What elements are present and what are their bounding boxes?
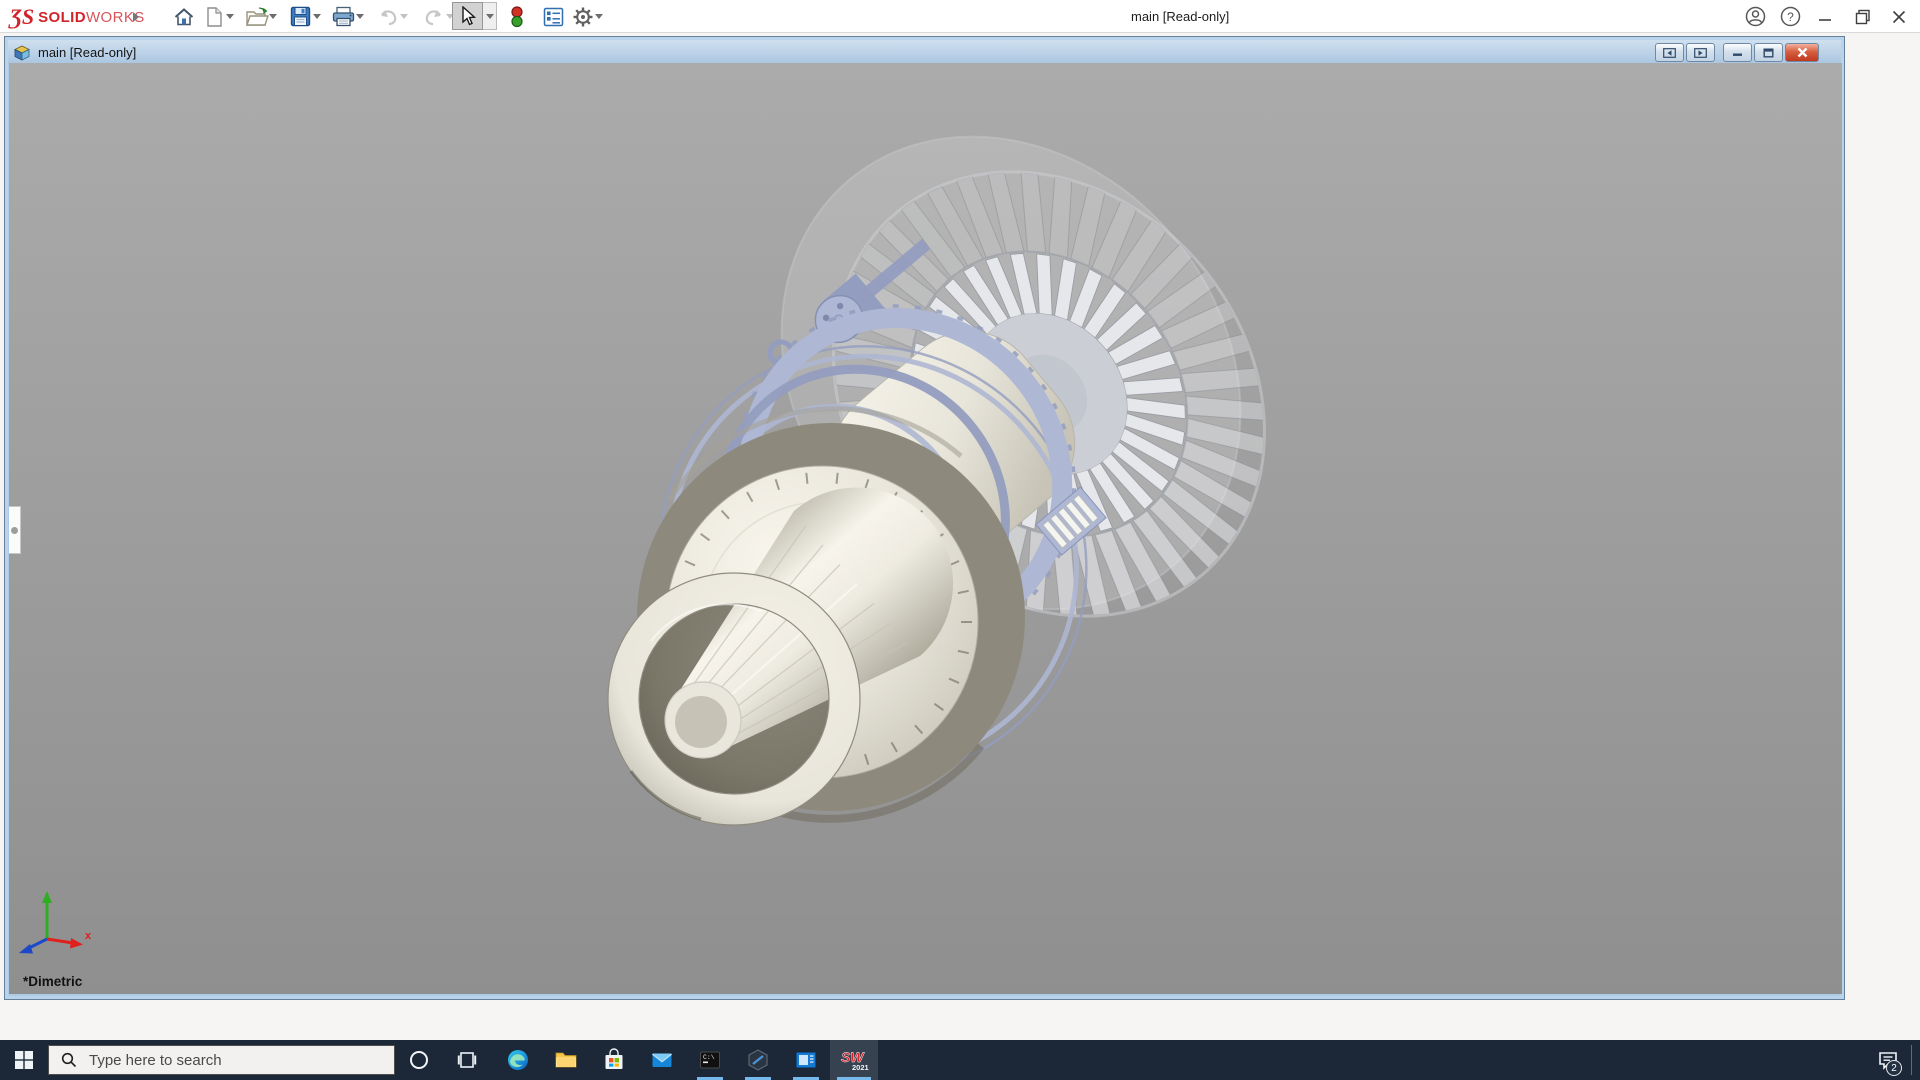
triad-x-label: x xyxy=(85,930,92,942)
pane-left-icon xyxy=(1663,47,1676,58)
solidworks-logo: ƷS SOLID WORKS xyxy=(10,4,145,30)
dropdown-caret-icon xyxy=(268,14,277,19)
taskbar-search-input[interactable]: Type here to search xyxy=(48,1045,395,1075)
taskbar-app-command-prompt[interactable]: C:\ xyxy=(686,1040,734,1080)
dropdown-caret-icon xyxy=(355,14,364,19)
graphics-viewport[interactable]: x *Dimetric xyxy=(9,63,1842,994)
open-dropdown[interactable] xyxy=(266,3,279,30)
document-title: main [Read-only] xyxy=(38,45,137,60)
dropdown-caret-icon xyxy=(399,14,408,19)
account-icon xyxy=(1745,6,1765,27)
windows-taskbar: Type here to search C:\SW2021 SW xyxy=(0,1040,1920,1080)
taskbar-app-file-explorer[interactable] xyxy=(542,1040,590,1080)
search-placeholder: Type here to search xyxy=(89,1051,222,1069)
doc-restore-button[interactable] xyxy=(1754,43,1783,62)
app-title: main [Read-only] xyxy=(1131,9,1230,24)
document-window-controls xyxy=(1653,43,1819,62)
taskbar-app-remote-window[interactable] xyxy=(782,1040,830,1080)
restore-button[interactable] xyxy=(1848,2,1878,31)
view-orientation-label: *Dimetric xyxy=(23,974,83,989)
orientation-triad: x xyxy=(19,891,92,954)
document-titlebar[interactable]: main [Read-only] xyxy=(8,40,1841,65)
flyout-arrow-icon xyxy=(133,11,139,22)
select-tool-button[interactable] xyxy=(452,2,483,30)
restore-icon xyxy=(1855,9,1870,24)
svg-text:C:\: C:\ xyxy=(703,1054,715,1061)
svg-text:2021: 2021 xyxy=(852,1063,869,1072)
doc-pane-left-button[interactable] xyxy=(1655,43,1684,62)
save-icon xyxy=(290,6,311,27)
taskbar-app-mail[interactable] xyxy=(638,1040,686,1080)
taskbar-app-solidworks-2021[interactable]: SW 2021 xyxy=(830,1040,878,1080)
account-button[interactable] xyxy=(1740,2,1770,31)
open-icon xyxy=(245,7,269,26)
help-icon: ? xyxy=(1780,6,1800,27)
tab-grip-dot xyxy=(11,526,18,534)
doc-close-icon xyxy=(1797,47,1807,58)
close-button[interactable] xyxy=(1884,2,1914,31)
doc-close-button[interactable] xyxy=(1785,43,1819,62)
dropdown-caret-icon xyxy=(594,14,603,19)
cortana-button[interactable] xyxy=(395,1040,443,1080)
print-icon xyxy=(332,6,355,27)
options-dropdown[interactable] xyxy=(592,3,605,30)
windows-logo-icon xyxy=(15,1051,33,1069)
app-titlebar: ƷS SOLID WORKS main [Read-only] ? xyxy=(0,0,1920,33)
cortana-icon xyxy=(410,1051,428,1069)
undo-icon xyxy=(380,9,396,25)
minimize-icon xyxy=(1819,18,1831,21)
doc-restore-icon xyxy=(1763,48,1774,57)
new-document-dropdown[interactable] xyxy=(223,3,236,30)
dropdown-caret-icon xyxy=(312,14,321,19)
doc-minimize-icon xyxy=(1733,53,1742,56)
selection-filter-icon xyxy=(510,5,523,27)
doc-pane-right-button[interactable] xyxy=(1686,43,1715,62)
minimize-button[interactable] xyxy=(1810,2,1840,31)
selection-filter-button[interactable] xyxy=(503,3,530,30)
select-cursor-icon xyxy=(461,6,476,26)
doc-minimize-button[interactable] xyxy=(1723,43,1752,62)
print-dropdown[interactable] xyxy=(353,3,366,30)
document-window: main [Read-only] x *Dimetric xyxy=(4,36,1845,1000)
start-button[interactable] xyxy=(0,1040,48,1080)
pane-right-icon xyxy=(1694,47,1707,58)
close-icon xyxy=(1892,10,1906,23)
notification-badge: 2 xyxy=(1886,1060,1902,1076)
task-view-icon xyxy=(457,1052,477,1068)
feature-tree-collapsed-tab[interactable] xyxy=(9,506,21,554)
brand-bold: SOLID xyxy=(38,8,86,26)
new-document-icon xyxy=(206,6,222,27)
taskbar-app-edge[interactable] xyxy=(494,1040,542,1080)
select-tool-dropdown[interactable] xyxy=(483,2,497,30)
command-manager-button[interactable] xyxy=(540,3,567,30)
engine-model-render[interactable] xyxy=(9,63,1842,994)
taskbar-app-dev-hexagon[interactable] xyxy=(734,1040,782,1080)
search-icon xyxy=(61,1052,77,1068)
solidworks-logo-glyph: ƷS xyxy=(10,4,35,29)
task-view-button[interactable] xyxy=(443,1040,491,1080)
save-dropdown[interactable] xyxy=(310,3,323,30)
home-button[interactable] xyxy=(170,3,197,30)
home-icon xyxy=(174,7,193,25)
command-manager-icon xyxy=(543,7,564,26)
show-desktop-button[interactable] xyxy=(1911,1045,1912,1075)
undo-dropdown[interactable] xyxy=(397,3,410,30)
gear-icon xyxy=(573,7,592,26)
svg-text:?: ? xyxy=(1787,10,1794,24)
assembly-icon xyxy=(14,45,30,61)
toolbar-flyout-arrow[interactable] xyxy=(128,3,144,30)
redo-icon xyxy=(425,9,441,25)
dropdown-caret-icon xyxy=(485,13,494,19)
dropdown-caret-icon xyxy=(225,14,234,19)
help-button[interactable]: ? xyxy=(1775,2,1805,31)
taskbar-app-microsoft-store[interactable] xyxy=(590,1040,638,1080)
